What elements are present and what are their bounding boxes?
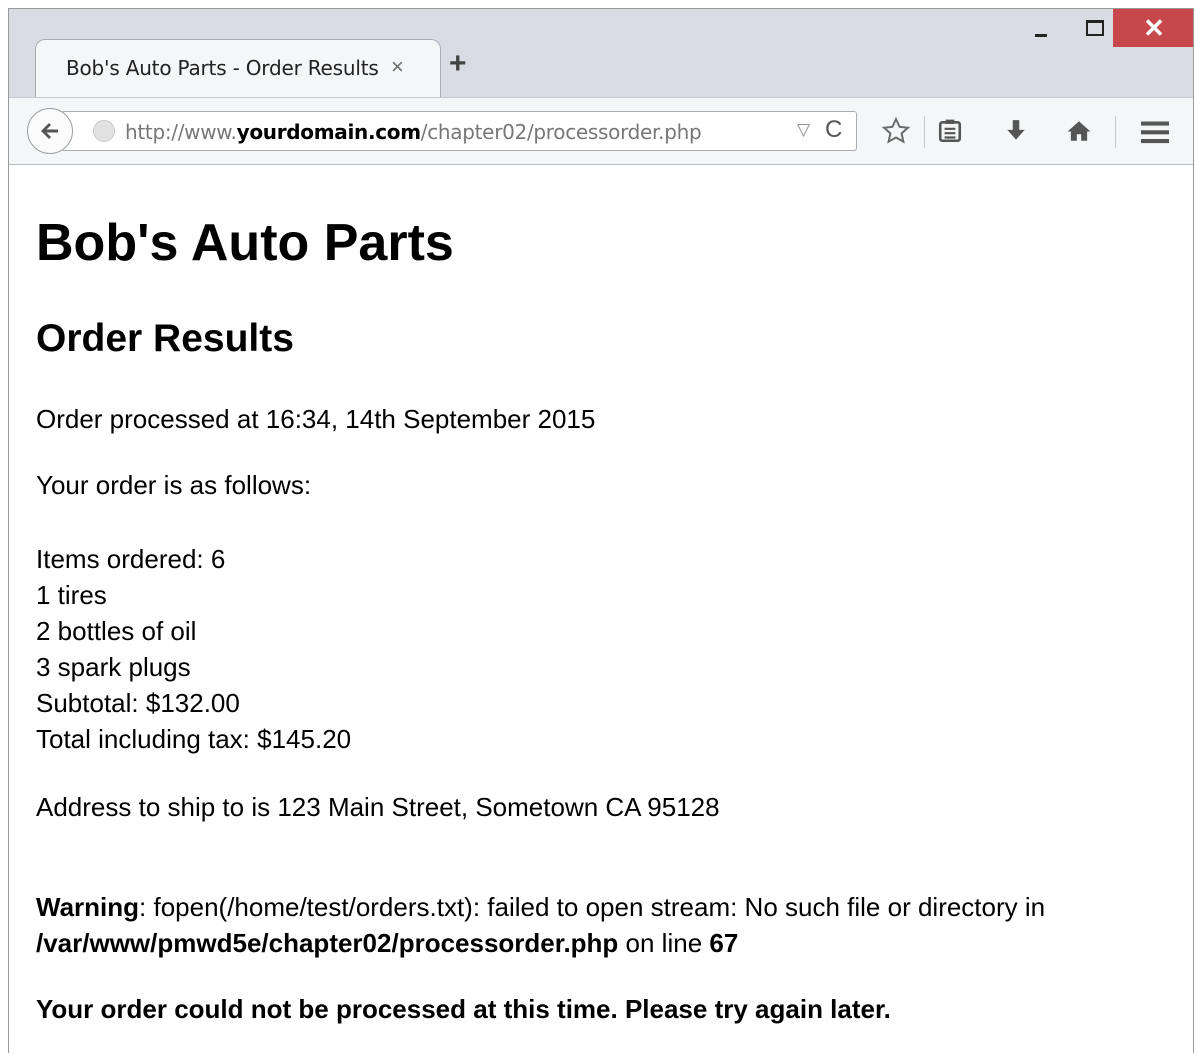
url-path: /chapter02/processorder.php [420,120,702,144]
page-title: Bob's Auto Parts [36,214,454,272]
close-icon: ✕ [1143,12,1165,43]
order-intro: Your order is as follows: [36,470,312,500]
tab-order-results[interactable]: Bob's Auto Parts - Order Results × [35,39,441,97]
minimize-icon [1035,33,1047,37]
globe-icon [93,120,115,142]
order-details: Items ordered: 6 1 tires 2 bottles of oi… [36,541,351,757]
order-subtotal: Subtotal: $132.00 [36,688,240,718]
page-content: Bob's Auto Parts Order Results Order pro… [9,165,1193,1053]
new-tab-icon[interactable]: + [449,49,467,79]
url-prefix: http://www. [125,120,237,144]
toolbar-separator [924,116,925,148]
tab-close-icon[interactable]: × [391,54,404,80]
items-ordered: Items ordered: 6 [36,544,226,574]
download-icon[interactable] [1003,118,1029,144]
url-text: http://www.yourdomain.com/chapter02/proc… [125,120,702,144]
warning-path: /var/www/pmwd5e/chapter02/processorder.p… [36,928,619,958]
order-total: Total including tax: $145.20 [36,724,352,754]
address-bar[interactable]: http://www.yourdomain.com/chapter02/proc… [63,111,857,151]
back-arrow-icon [41,123,58,139]
url-domain: yourdomain.com [236,120,422,144]
order-line-tires: 1 tires [36,580,107,610]
order-line-spark-plugs: 3 spark plugs [36,652,191,682]
warning-on-line: on line [618,928,710,958]
warning-text: : fopen(/home/test/orders.txt): failed t… [139,892,1046,922]
star-icon[interactable] [881,116,911,146]
home-icon[interactable] [1065,118,1093,144]
order-timestamp: Order processed at 16:34, 14th September… [36,404,596,434]
shipping-address: Address to ship to is 123 Main Street, S… [36,792,720,822]
tab-title: Bob's Auto Parts - Order Results [66,56,379,80]
browser-window: Bob's Auto Parts - Order Results × + ✕ h… [8,8,1194,1053]
back-button[interactable] [27,108,73,154]
reload-icon[interactable]: C [825,116,842,144]
close-window-button[interactable]: ✕ [1113,9,1193,47]
warning-label: Warning [36,892,140,922]
page-subtitle: Order Results [36,317,294,360]
title-bar: Bob's Auto Parts - Order Results × + ✕ [9,9,1193,97]
maximize-button[interactable] [1071,9,1119,47]
menu-icon[interactable] [1141,120,1169,144]
order-line-oil: 2 bottles of oil [36,616,197,646]
toolbar-separator [1115,116,1116,148]
maximize-icon [1086,20,1104,36]
warning-line-number: 67 [709,928,739,958]
url-dropdown-icon[interactable]: ▽ [797,120,810,140]
navigation-toolbar: http://www.yourdomain.com/chapter02/proc… [9,97,1193,165]
php-warning: Warning: fopen(/home/test/orders.txt): f… [36,889,1176,961]
minimize-button[interactable] [1017,9,1065,47]
error-message: Your order could not be processed at thi… [36,994,891,1024]
reading-list-icon[interactable] [937,118,963,144]
